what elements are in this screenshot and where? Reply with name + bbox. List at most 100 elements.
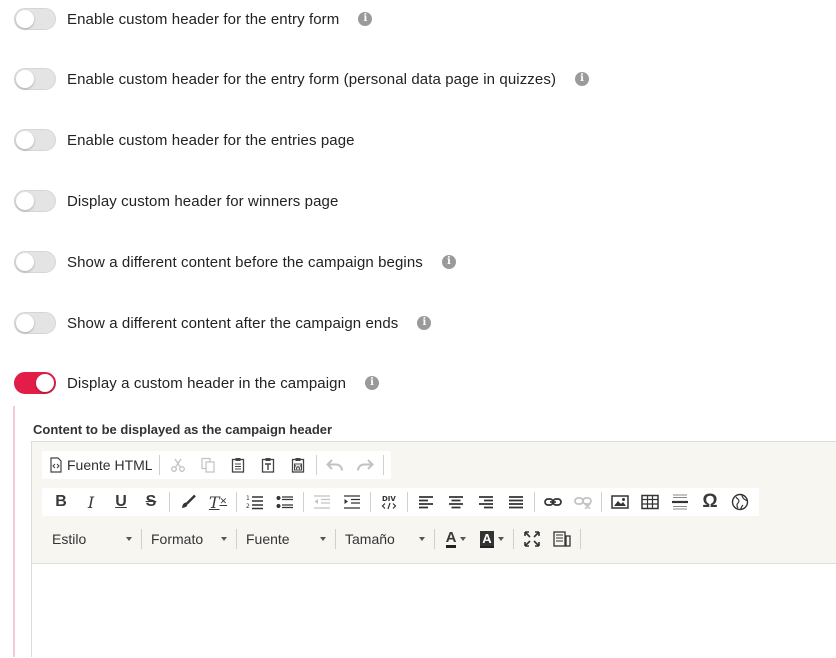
- before-campaign-content-toggle[interactable]: [14, 251, 56, 273]
- campaign-header-toggle[interactable]: [14, 372, 56, 394]
- entry-form-header-label: Enable custom header for the entry form: [67, 10, 340, 28]
- text-color-button[interactable]: A: [441, 528, 471, 550]
- toggle-knob: [16, 314, 34, 332]
- info-icon[interactable]: i: [365, 376, 380, 390]
- paste-button[interactable]: [226, 454, 250, 476]
- bold-button[interactable]: B: [49, 491, 73, 513]
- size-dropdown-label: Tamaño: [345, 531, 395, 547]
- toggle-row-before-campaign: Show a different content before the camp…: [14, 249, 456, 275]
- toolbar-separator: [534, 492, 535, 512]
- copy-button[interactable]: [196, 454, 220, 476]
- div-container-button[interactable]: DIV: [377, 491, 401, 513]
- chevron-down-icon: [419, 537, 425, 541]
- editor-content-area[interactable]: [32, 564, 836, 658]
- strikethrough-button[interactable]: S: [139, 491, 163, 513]
- align-left-button[interactable]: [414, 491, 438, 513]
- toggle-row-entry-form: Enable custom header for the entry form …: [14, 6, 373, 32]
- copy-icon: [200, 457, 215, 473]
- entry-form-header-toggle[interactable]: [14, 8, 56, 30]
- clipboard-icon: [231, 458, 244, 473]
- chevron-down-icon: [320, 537, 326, 541]
- winners-page-header-toggle[interactable]: [14, 190, 56, 212]
- size-dropdown[interactable]: Tamaño: [339, 528, 431, 550]
- toggle-knob: [16, 70, 34, 88]
- image-icon: [611, 495, 629, 509]
- show-blocks-icon: [553, 531, 571, 547]
- source-html-icon: [50, 457, 62, 473]
- justify-icon: [509, 496, 523, 509]
- horizontal-line-button[interactable]: [668, 491, 692, 513]
- info-icon[interactable]: i: [417, 316, 432, 330]
- insert-link-button[interactable]: [541, 491, 565, 513]
- toolbar-separator: [513, 529, 514, 549]
- special-character-button[interactable]: Ω: [698, 491, 722, 513]
- paste-word-button[interactable]: [286, 454, 310, 476]
- info-icon[interactable]: i: [575, 72, 590, 86]
- clipboard-text-icon: [261, 458, 274, 473]
- maximize-button[interactable]: [520, 528, 544, 550]
- bulleted-list-button[interactable]: [273, 491, 297, 513]
- justify-button[interactable]: [504, 491, 528, 513]
- toolbar-separator: [580, 529, 581, 549]
- toolbar-separator: [236, 492, 237, 512]
- background-color-button[interactable]: A: [477, 528, 507, 550]
- italic-button[interactable]: I: [79, 491, 103, 513]
- paintbrush-icon: [182, 494, 196, 508]
- align-center-button[interactable]: [444, 491, 468, 513]
- toolbar-separator: [601, 492, 602, 512]
- toolbar-separator: [236, 529, 237, 549]
- redo-icon: [356, 459, 374, 471]
- info-icon[interactable]: i: [358, 12, 373, 26]
- increase-indent-button[interactable]: [340, 491, 364, 513]
- entries-page-header-toggle[interactable]: [14, 129, 56, 151]
- numbered-list-button[interactable]: 12: [243, 491, 267, 513]
- font-dropdown[interactable]: Fuente: [240, 528, 332, 550]
- toolbar-separator: [335, 529, 336, 549]
- entries-page-header-label: Enable custom header for the entries pag…: [67, 131, 355, 149]
- paste-text-button[interactable]: [256, 454, 280, 476]
- after-campaign-content-toggle[interactable]: [14, 312, 56, 334]
- decrease-indent-button[interactable]: [310, 491, 334, 513]
- insert-image-button[interactable]: [608, 491, 632, 513]
- horizontal-line-icon: [672, 494, 688, 510]
- svg-text:DIV: DIV: [382, 495, 396, 503]
- underline-button[interactable]: U: [109, 491, 133, 513]
- chevron-down-icon: [460, 537, 467, 541]
- remove-format-button[interactable]: T ✕: [206, 491, 230, 513]
- globe-icon: [731, 493, 749, 511]
- style-dropdown[interactable]: Estilo: [46, 528, 138, 550]
- after-campaign-content-label: Show a different content after the campa…: [67, 314, 399, 332]
- info-icon[interactable]: i: [441, 255, 456, 269]
- text-color-icon: A: [445, 528, 457, 548]
- bulleted-list-icon: [276, 496, 293, 509]
- align-right-button[interactable]: [474, 491, 498, 513]
- svg-text:2: 2: [246, 503, 250, 510]
- remove-format-label: T: [208, 492, 220, 512]
- remove-link-button[interactable]: [571, 491, 595, 513]
- numbered-list-icon: 12: [246, 495, 263, 510]
- toolbar-separator: [303, 492, 304, 512]
- indent-icon: [344, 495, 360, 509]
- rich-text-editor: Fuente HTML B I U S T ✕ 1 2 DIV Ω Estilo…: [31, 441, 836, 658]
- copy-format-button[interactable]: [176, 491, 200, 513]
- insert-table-button[interactable]: [638, 491, 662, 513]
- source-html-button[interactable]: Fuente HTML: [49, 454, 153, 476]
- redo-button[interactable]: [353, 454, 377, 476]
- insert-iframe-button[interactable]: [728, 491, 752, 513]
- entry-form-quizzes-header-toggle[interactable]: [14, 68, 56, 90]
- show-blocks-button[interactable]: [550, 528, 574, 550]
- table-icon: [641, 494, 659, 510]
- toggle-row-entries-page: Enable custom header for the entries pag…: [14, 127, 355, 153]
- toggle-row-winners-page: Display custom header for winners page: [14, 188, 338, 214]
- editor-toolbar: Fuente HTML B I U S T ✕ 1 2 DIV Ω Estilo…: [32, 442, 836, 564]
- outdent-icon: [314, 495, 330, 509]
- entry-form-quizzes-header-label: Enable custom header for the entry form …: [67, 70, 557, 88]
- toolbar-separator: [169, 492, 170, 512]
- format-dropdown[interactable]: Formato: [145, 528, 233, 550]
- align-right-icon: [479, 496, 493, 509]
- div-icon: DIV: [381, 495, 396, 510]
- toggle-knob: [16, 131, 34, 149]
- cut-button[interactable]: [166, 454, 190, 476]
- toolbar-separator: [158, 455, 160, 475]
- undo-button[interactable]: [323, 454, 347, 476]
